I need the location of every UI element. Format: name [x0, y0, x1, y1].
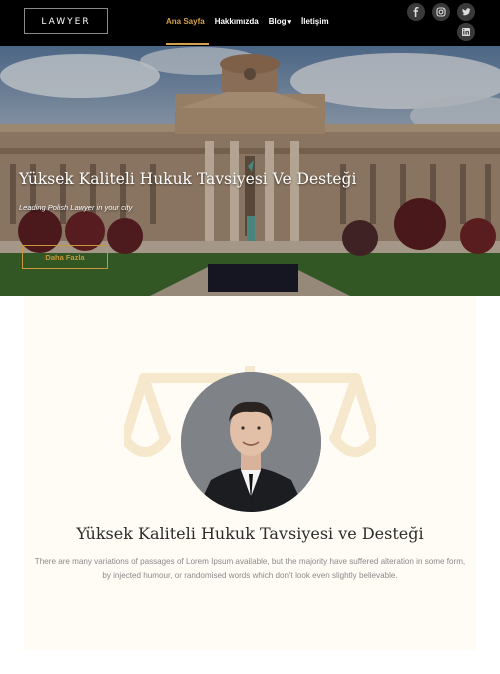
- lawyer-portrait: [181, 372, 321, 512]
- nav-item-home[interactable]: Ana Sayfa: [166, 0, 209, 46]
- facebook-icon[interactable]: [407, 3, 425, 21]
- nav-item-contact[interactable]: İletişim: [301, 0, 329, 46]
- chevron-down-icon: ▾: [287, 19, 292, 26]
- main-menu: Ana Sayfa Hakkımızda Blog▾ İletişim: [166, 0, 339, 46]
- nav-item-blog[interactable]: Blog▾: [269, 0, 291, 46]
- instagram-icon[interactable]: [432, 3, 450, 21]
- top-navbar: LAWYER Ana Sayfa Hakkımızda Blog▾ İletiş…: [0, 0, 500, 46]
- nav-label-contact: İletişim: [301, 17, 329, 26]
- hero-more-button[interactable]: Daha Fazla: [22, 245, 108, 269]
- logo[interactable]: LAWYER: [24, 8, 108, 34]
- nav-label-about: Hakkımızda: [214, 17, 259, 26]
- hero-banner: Yüksek Kaliteli Hukuk Tavsiyesi Ve Deste…: [0, 46, 500, 296]
- intro-section: Yüksek Kaliteli Hukuk Tavsiyesi ve Deste…: [24, 296, 476, 650]
- nav-item-about[interactable]: Hakkımızda: [215, 0, 259, 46]
- twitter-icon[interactable]: [457, 3, 475, 21]
- hero-title: Yüksek Kaliteli Hukuk Tavsiyesi Ve Deste…: [19, 170, 357, 188]
- section-description: There are many variations of passages of…: [34, 557, 466, 580]
- nav-label-blog: Blog: [268, 17, 287, 26]
- linkedin-icon[interactable]: [457, 23, 475, 41]
- hero-subtitle: Leading Polish Lawyer in your city: [19, 203, 133, 212]
- section-title: Yüksek Kaliteli Hukuk Tavsiyesi ve Deste…: [76, 524, 424, 543]
- nav-label-home: Ana Sayfa: [166, 17, 205, 26]
